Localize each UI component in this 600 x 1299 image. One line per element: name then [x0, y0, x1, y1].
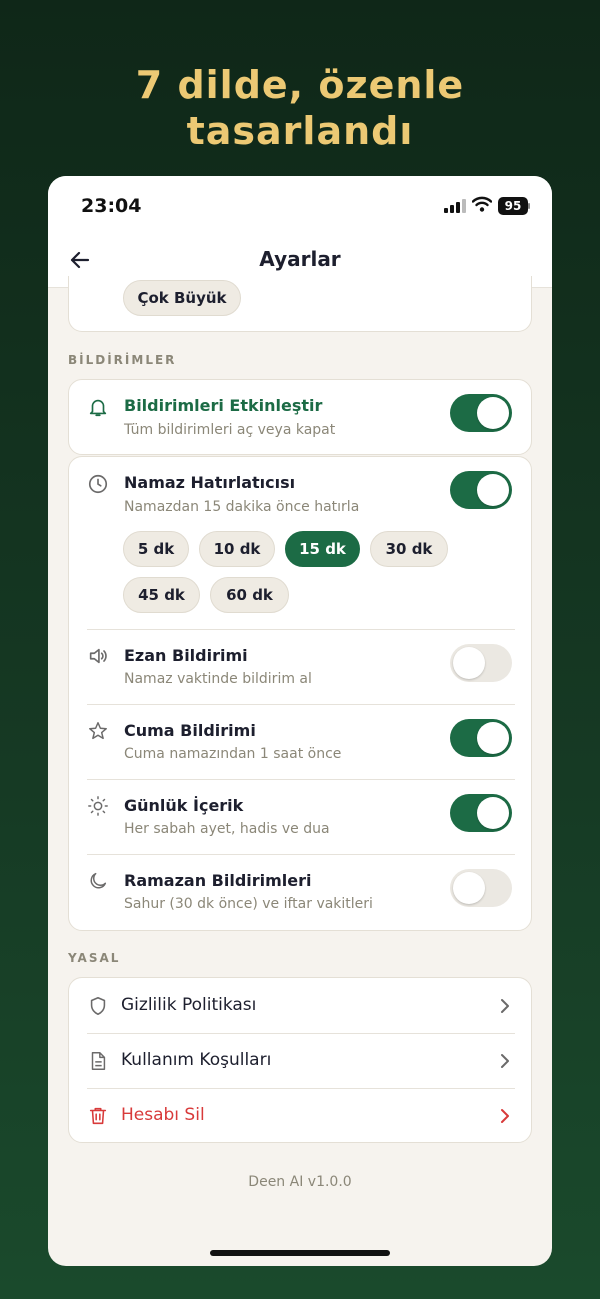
privacy-policy-row[interactable]: Gizlilik Politikası	[69, 978, 531, 1033]
toggle-knob	[477, 474, 509, 506]
daily-content-toggle[interactable]	[450, 794, 512, 832]
enable-notifications-title: Bildirimleri Etkinleştir	[124, 396, 323, 415]
enable-notifications-subtitle: Tüm bildirimleri aç veya kapat	[124, 422, 336, 438]
chevron-right-icon	[501, 1109, 509, 1123]
divider	[87, 629, 515, 630]
font-size-card: Çok Büyük	[68, 276, 532, 332]
section-label-notifications: BİLDİRİMLER	[68, 353, 177, 367]
reminder-option-30[interactable]: 30 dk	[370, 531, 448, 567]
app-version: Deen AI v1.0.0	[248, 1174, 352, 1190]
ramadan-title: Ramazan Bildirimleri	[124, 871, 312, 890]
trash-icon	[89, 1107, 107, 1125]
ramadan-toggle[interactable]	[450, 869, 512, 907]
section-label-legal: YASAL	[68, 951, 121, 965]
adhan-subtitle: Namaz vaktinde bildirim al	[124, 671, 312, 687]
clock-icon	[88, 474, 108, 494]
promo-headline: 7 dilde, özenle tasarlandı	[0, 62, 600, 154]
prayer-reminder-toggle[interactable]	[450, 471, 512, 509]
star-icon	[89, 722, 107, 740]
friday-toggle[interactable]	[450, 719, 512, 757]
reminder-option-5[interactable]: 5 dk	[123, 531, 189, 567]
home-indicator[interactable]	[210, 1250, 390, 1256]
legal-card: Gizlilik Politikası Kullanım Koşulları H…	[68, 977, 532, 1143]
reminder-option-15[interactable]: 15 dk	[285, 531, 360, 567]
prayer-reminder-title: Namaz Hatırlatıcısı	[124, 473, 296, 492]
battery-tip	[528, 203, 530, 209]
daily-content-subtitle: Her sabah ayet, hadis ve dua	[124, 821, 330, 837]
notification-settings-card: Namaz Hatırlatıcısı Namazdan 15 dakika ö…	[68, 456, 532, 931]
toggle-knob	[453, 647, 485, 679]
enable-notifications-card: Bildirimleri Etkinleştir Tüm bildirimler…	[68, 379, 532, 455]
divider	[87, 854, 515, 855]
toggle-knob	[477, 797, 509, 829]
enable-notifications-toggle[interactable]	[450, 394, 512, 432]
adhan-title: Ezan Bildirimi	[124, 646, 248, 665]
document-icon	[91, 1052, 106, 1070]
toggle-knob	[477, 722, 509, 754]
adhan-toggle[interactable]	[450, 644, 512, 682]
toggle-knob	[453, 872, 485, 904]
moon-icon	[90, 872, 107, 889]
reminder-option-60[interactable]: 60 dk	[210, 577, 289, 613]
privacy-policy-label: Gizlilik Politikası	[121, 995, 257, 1015]
delete-account-row[interactable]: Hesabı Sil	[69, 1089, 531, 1143]
reminder-option-10[interactable]: 10 dk	[199, 531, 275, 567]
delete-account-label: Hesabı Sil	[121, 1105, 205, 1125]
status-bar: 23:04 95	[48, 176, 552, 234]
reminder-option-45[interactable]: 45 dk	[123, 577, 200, 613]
daily-content-title: Günlük İçerik	[124, 796, 244, 815]
cellular-signal-icon	[444, 199, 466, 213]
phone-screen: 23:04 95 Ayarlar Çok Büyük BİLDİRİMLER B…	[48, 176, 552, 1266]
page-title: Ayarlar	[259, 247, 341, 271]
ramadan-subtitle: Sahur (30 dk önce) ve iftar vakitleri	[124, 896, 373, 912]
font-size-option-very-large[interactable]: Çok Büyük	[123, 280, 241, 316]
terms-of-use-row[interactable]: Kullanım Koşulları	[69, 1034, 531, 1088]
divider	[87, 704, 515, 705]
wifi-icon	[472, 196, 492, 212]
status-time: 23:04	[81, 195, 142, 217]
friday-subtitle: Cuma namazından 1 saat önce	[124, 746, 342, 762]
bell-icon	[89, 399, 107, 417]
divider	[87, 779, 515, 780]
terms-of-use-label: Kullanım Koşulları	[121, 1050, 272, 1070]
sun-icon	[88, 796, 108, 816]
chevron-right-icon	[501, 999, 509, 1013]
promo-line-2: tasarlandı	[186, 109, 414, 153]
chevron-right-icon	[501, 1054, 509, 1068]
shield-icon	[90, 996, 106, 1016]
promo-line-1: 7 dilde, özenle	[135, 63, 465, 107]
toggle-knob	[477, 397, 509, 429]
speaker-icon	[89, 648, 107, 664]
prayer-reminder-subtitle: Namazdan 15 dakika önce hatırla	[124, 499, 360, 515]
friday-title: Cuma Bildirimi	[124, 721, 256, 740]
battery-level: 95	[498, 197, 528, 215]
